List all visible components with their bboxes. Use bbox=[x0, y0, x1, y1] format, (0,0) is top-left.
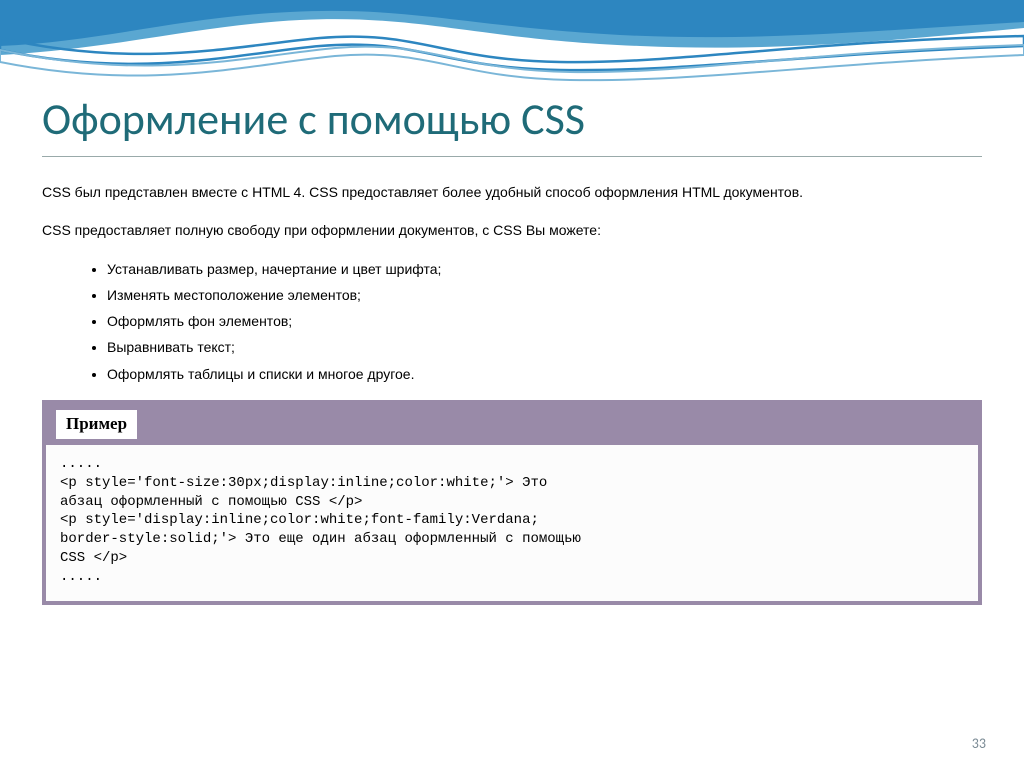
slide-content: Оформление с помощью CSS CSS был предста… bbox=[42, 92, 982, 605]
list-item: Оформлять таблицы и списки и многое друг… bbox=[107, 364, 982, 384]
example-header: Пример bbox=[46, 404, 978, 445]
code-line: ..... bbox=[60, 455, 964, 474]
code-line: абзац оформленный с помощью CSS </p> bbox=[60, 493, 964, 512]
body-text: CSS был представлен вместе с HTML 4. CSS… bbox=[42, 182, 982, 605]
list-item: Оформлять фон элементов; bbox=[107, 311, 982, 331]
bullet-list: Устанавливать размер, начертание и цвет … bbox=[42, 259, 982, 384]
list-item: Изменять местоположение элементов; bbox=[107, 285, 982, 305]
page-number: 33 bbox=[972, 735, 986, 752]
code-line: border-style:solid;'> Это еще один абзац… bbox=[60, 530, 964, 549]
example-code: ..... <p style='font-size:30px;display:i… bbox=[46, 445, 978, 601]
slide: Оформление с помощью CSS CSS был предста… bbox=[0, 0, 1024, 768]
intro-paragraph-1: CSS был представлен вместе с HTML 4. CSS… bbox=[42, 182, 982, 202]
decorative-header-swirl bbox=[0, 0, 1024, 90]
title-divider bbox=[42, 156, 982, 157]
code-line: <p style='font-size:30px;display:inline;… bbox=[60, 474, 964, 493]
list-item: Устанавливать размер, начертание и цвет … bbox=[107, 259, 982, 279]
list-item: Выравнивать текст; bbox=[107, 337, 982, 357]
slide-title: Оформление с помощью CSS bbox=[42, 92, 982, 146]
code-line: <p style='display:inline;color:white;fon… bbox=[60, 511, 964, 530]
example-box: Пример ..... <p style='font-size:30px;di… bbox=[42, 400, 982, 605]
code-line: ..... bbox=[60, 568, 964, 587]
intro-paragraph-2: CSS предоставляет полную свободу при офо… bbox=[42, 220, 982, 240]
code-line: CSS </p> bbox=[60, 549, 964, 568]
example-label: Пример bbox=[56, 410, 137, 439]
